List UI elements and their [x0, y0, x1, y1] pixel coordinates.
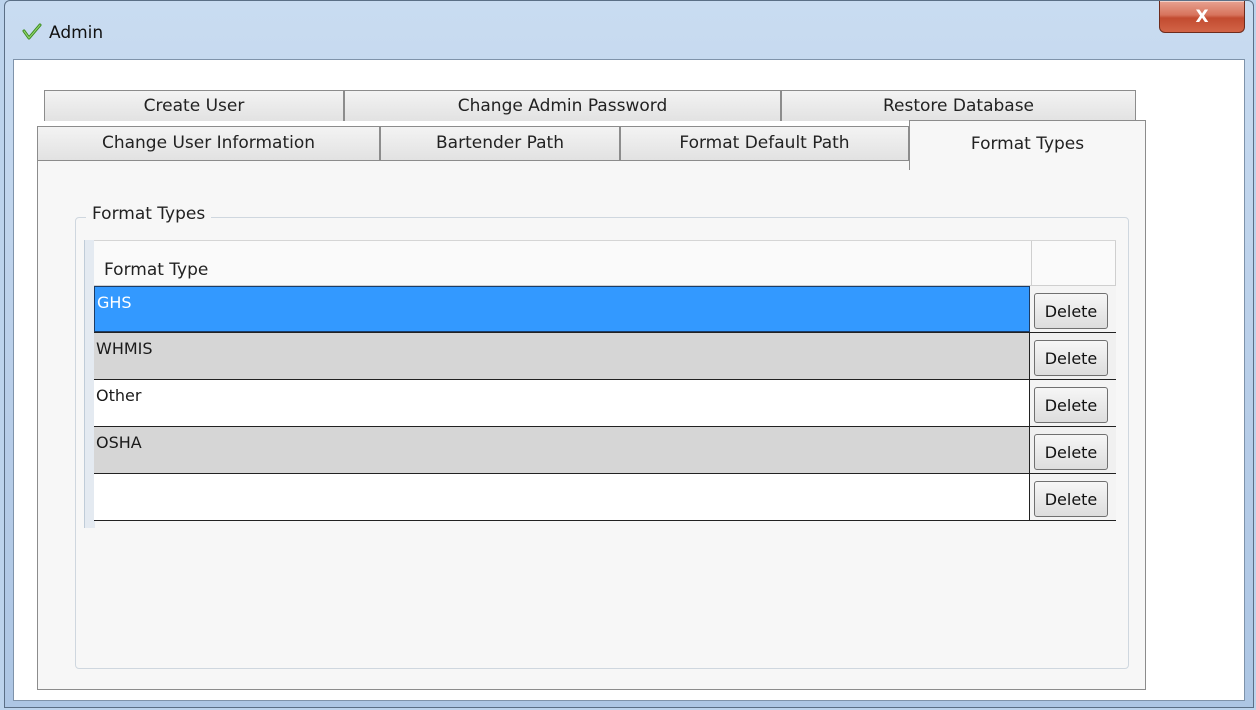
table-row[interactable]: Other Delete [94, 380, 1116, 427]
table-row[interactable]: Delete [94, 474, 1116, 521]
format-type-cell[interactable]: WHMIS [94, 333, 1030, 379]
delete-button[interactable]: Delete [1034, 340, 1108, 376]
action-cell: Delete [1030, 286, 1116, 332]
tab-create-user[interactable]: Create User [44, 90, 344, 121]
tab-label: Restore Database [882, 96, 1035, 116]
format-type-cell[interactable] [94, 474, 1030, 520]
tab-format-types[interactable]: Format Types [909, 120, 1146, 170]
action-cell: Delete [1030, 333, 1116, 379]
table-row[interactable]: WHMIS Delete [94, 333, 1116, 380]
column-header-format-type[interactable]: Format Type [94, 241, 1032, 286]
table-row[interactable]: GHS Delete [94, 286, 1116, 333]
format-types-grid[interactable]: Format Type GHS Delete WHMIS Delete Othe… [84, 240, 1118, 530]
table-row[interactable]: OSHA Delete [94, 427, 1116, 474]
groupbox-title: Format Types [86, 204, 212, 224]
admin-window: Admin X Create User Change Admin Passwor… [4, 0, 1254, 708]
tab-restore-database[interactable]: Restore Database [781, 90, 1136, 121]
tab-label: Change Admin Password [457, 96, 668, 116]
action-cell: Delete [1030, 427, 1116, 473]
format-type-cell[interactable]: Other [94, 380, 1030, 426]
client-area: Create User Change Admin Password Restor… [13, 59, 1245, 701]
close-icon: X [1195, 6, 1209, 27]
action-cell: Delete [1030, 380, 1116, 426]
format-type-cell[interactable]: GHS [94, 286, 1030, 332]
tab-label: Create User [143, 96, 245, 116]
tab-label: Format Default Path [679, 133, 850, 153]
format-type-cell[interactable]: OSHA [94, 427, 1030, 473]
green-check-icon [22, 23, 42, 40]
close-button[interactable]: X [1159, 1, 1245, 33]
tab-label: Change User Information [101, 133, 316, 153]
tab-change-user-information[interactable]: Change User Information [37, 126, 380, 160]
format-types-groupbox: Format Types Format Type GHS Delete WHMI… [75, 204, 1129, 669]
title-bar[interactable]: Admin X [5, 1, 1253, 59]
delete-button[interactable]: Delete [1034, 481, 1108, 517]
delete-button[interactable]: Delete [1034, 293, 1108, 329]
tab-label: Bartender Path [436, 133, 564, 153]
grid-header: Format Type [94, 240, 1116, 286]
tab-change-admin-password[interactable]: Change Admin Password [344, 90, 781, 121]
window-title: Admin [49, 23, 104, 43]
delete-button[interactable]: Delete [1034, 387, 1108, 423]
format-types-panel: Format Types Format Type GHS Delete WHMI… [37, 160, 1146, 690]
tab-format-default-path[interactable]: Format Default Path [620, 126, 909, 160]
action-cell: Delete [1030, 474, 1116, 520]
tab-label: Format Types [970, 134, 1085, 154]
delete-button[interactable]: Delete [1034, 434, 1108, 470]
tab-bartender-path[interactable]: Bartender Path [380, 126, 620, 160]
column-header-action [1032, 241, 1116, 286]
